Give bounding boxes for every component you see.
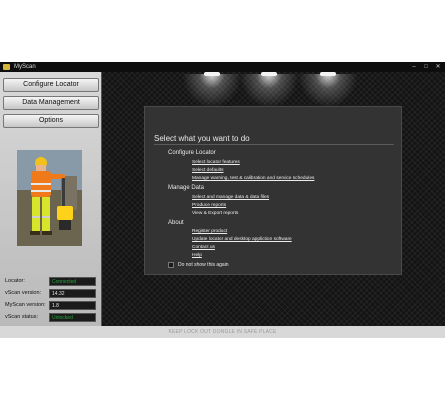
title-bar: MyScan – □ ✕ [0,62,445,72]
data-management-button[interactable]: Data Management [3,96,99,110]
status-label: vScan status: [5,314,39,320]
status-row-vscan-version: vScan version: 14.32 [3,289,97,298]
status-value: 14.32 [49,289,96,298]
sidebar: Configure Locator Data Management Option… [0,72,102,326]
maximize-button[interactable]: □ [420,62,432,72]
status-value: Connected [49,277,96,286]
link-update-software[interactable]: Update locator and desktop appliction so… [192,237,292,242]
app-window: MyScan – □ ✕ Configure Locator Data Mana… [0,62,445,338]
lamp-icon [204,72,220,76]
footer-notice: KEEP LOCK OUT DONGLE IN SAFE PLACE [0,326,445,338]
task-panel: Select what you want to do Configure Loc… [144,106,402,275]
worker-photo [17,150,82,246]
link-manage-data-files[interactable]: Select and manage data & data files [192,195,269,200]
do-not-show-checkbox[interactable] [168,262,174,268]
window-title: MyScan [14,64,36,70]
divider [154,144,394,145]
spotlight [298,74,358,108]
status-value: Unlocked [49,313,96,322]
section-about: About [168,220,184,226]
lamp-icon [261,72,277,76]
spotlight [239,74,299,108]
panel-heading: Select what you want to do [154,134,250,143]
section-configure-locator: Configure Locator [168,150,216,156]
do-not-show-label: Do not show this again [178,262,229,268]
lamp-icon [320,72,336,76]
spotlight [182,74,242,108]
main-area: Select what you want to do Configure Loc… [102,72,445,326]
link-help[interactable]: Help [192,253,202,258]
status-value: 1.8 [49,301,96,310]
link-manage-schedules[interactable]: Manage warning, test & calibration and s… [192,176,314,181]
link-select-locator-features[interactable]: Select locator features [192,160,240,165]
link-register-product[interactable]: Register product [192,229,227,234]
link-view-export-reports[interactable]: View & Export reports [192,211,238,216]
status-label: MyScan version: [5,302,46,308]
configure-locator-button[interactable]: Configure Locator [3,78,99,92]
link-contact-us[interactable]: Contact us [192,245,215,250]
status-row-locator: Locator: Connected [3,277,97,286]
link-select-defaults[interactable]: Select defaults [192,168,223,173]
status-row-myscan-version: MyScan version: 1.8 [3,301,97,310]
close-button[interactable]: ✕ [432,62,444,72]
options-button[interactable]: Options [3,114,99,128]
minimize-button[interactable]: – [408,62,420,72]
status-label: vScan version: [5,290,42,296]
section-manage-data: Manage Data [168,185,205,191]
status-row-vscan-status: vScan status: Unlocked [3,313,97,322]
app-icon [3,64,10,70]
link-produce-reports[interactable]: Produce reports [192,203,226,208]
status-label: Locator: [5,278,25,284]
